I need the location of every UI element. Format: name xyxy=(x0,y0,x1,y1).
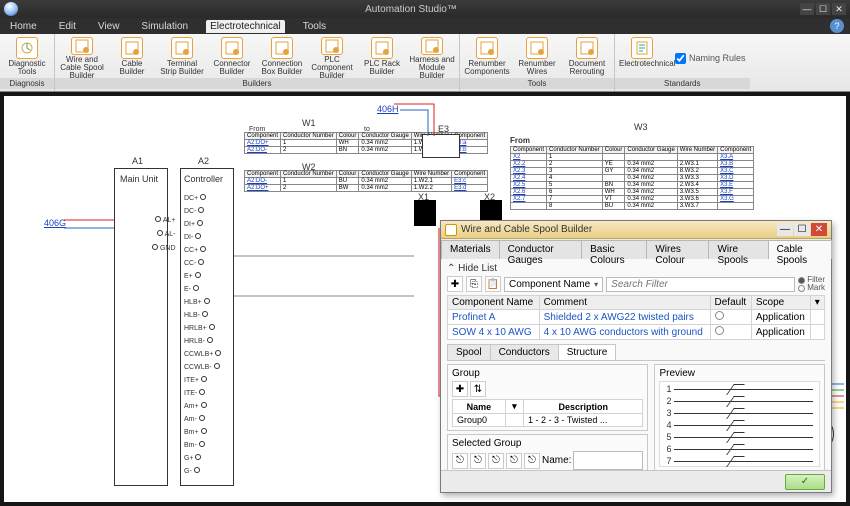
dialog-app-icon xyxy=(445,224,457,236)
connector-builder-icon xyxy=(221,37,243,59)
dialog-tab-materials[interactable]: Materials xyxy=(441,240,500,259)
sg-name-input[interactable] xyxy=(573,451,643,470)
group-panel: Group ✚ ⇅ Name▾Description Group01 - 2 -… xyxy=(447,364,648,431)
dialog-footer: ✓ xyxy=(441,470,831,492)
menu-tools[interactable]: Tools xyxy=(299,20,330,33)
group-add-button[interactable]: ✚ xyxy=(452,381,468,397)
terminal-strip-builder-icon xyxy=(171,37,193,59)
menu-home[interactable]: Home xyxy=(6,20,41,33)
diagnostic-tools-button[interactable]: Diagnostic Tools xyxy=(4,36,50,78)
search-input[interactable] xyxy=(606,277,795,292)
dialog-minimize-button[interactable]: — xyxy=(777,223,793,236)
subtab-spool[interactable]: Spool xyxy=(447,344,491,360)
a2-ports: DC+ DC- DI+ DI- CC+ CC- E+ E- HLB+ HLB- … xyxy=(184,192,221,478)
window-close-button[interactable]: ✕ xyxy=(832,3,846,15)
subtab-conductors[interactable]: Conductors xyxy=(490,344,559,360)
renumber-wires-button[interactable]: Renumber Wires xyxy=(514,36,560,78)
renumber-wires-icon xyxy=(526,37,548,59)
plc-rack-builder-icon xyxy=(371,37,393,59)
ref-406g[interactable]: 406G xyxy=(44,218,66,228)
dialog-titlebar[interactable]: Wire and Cable Spool Builder — ☐ ✕ xyxy=(441,221,831,239)
wire-cable-spool-builder-button[interactable]: Wire and Cable Spool Builder xyxy=(59,36,105,78)
preview-title: Preview xyxy=(659,368,820,379)
subtab-structure[interactable]: Structure xyxy=(558,344,617,360)
toolbar-paste-button[interactable]: 📋 xyxy=(485,276,501,292)
cable-builder-button[interactable]: Cable Builder xyxy=(109,36,155,78)
terminal-strip-builder-button[interactable]: Terminal Strip Builder xyxy=(159,36,205,78)
dialog-ok-button[interactable]: ✓ xyxy=(785,474,825,490)
renumber-components-icon xyxy=(476,37,498,59)
sg-name-label: Name: xyxy=(542,455,571,466)
preview-panel: Preview 1234567 xyxy=(654,364,825,470)
selected-group-panel: Selected Group ⎋ ⎋ ⎋ ⎋ ⎋ Name: Name Type xyxy=(447,434,648,470)
app-logo-icon xyxy=(4,2,18,16)
dialog-tab-wires-colour[interactable]: Wires Colour xyxy=(646,240,709,259)
ribbon-group-diagnosis: Diagnostic Tools Diagnosis xyxy=(0,34,55,91)
list-toolbar: ✚ ⎘ 📋 Component Name Filter Mark xyxy=(447,276,825,292)
wire-cable-spool-builder-dialog[interactable]: Wire and Cable Spool Builder — ☐ ✕ Mater… xyxy=(440,220,832,493)
document-rerouting-button[interactable]: Document Rerouting xyxy=(564,36,610,78)
dialog-maximize-button[interactable]: ☐ xyxy=(794,223,810,236)
group-table[interactable]: Name▾Description Group01 - 2 - 3 - Twist… xyxy=(452,399,643,427)
hide-list-toggle[interactable]: ⌃ Hide List xyxy=(447,263,825,274)
toolbar-new-button[interactable]: ✚ xyxy=(447,276,463,292)
wire-cable-spool-builder-icon xyxy=(71,37,93,55)
document-rerouting-icon xyxy=(576,37,598,59)
window-maximize-button[interactable]: ☐ xyxy=(816,3,830,15)
cable-builder-icon xyxy=(121,37,143,59)
table-row[interactable]: Profinet AShielded 2 x AWG22 twisted pai… xyxy=(448,310,825,325)
sg-btn-1[interactable]: ⎋ xyxy=(452,453,468,469)
group-sort-button[interactable]: ⇅ xyxy=(470,381,486,397)
group-panel-title: Group xyxy=(452,368,643,379)
filter-mark-toggle[interactable]: Filter Mark xyxy=(798,276,825,292)
sg-btn-2[interactable]: ⎋ xyxy=(470,453,486,469)
naming-rules-checkbox[interactable]: Naming Rules xyxy=(675,38,746,78)
standards-icon xyxy=(631,37,653,59)
connector-builder-button[interactable]: Connector Builder xyxy=(209,36,255,78)
dialog-tab-conductor-gauges[interactable]: Conductor Gauges xyxy=(499,240,583,259)
harness-module-builder-button[interactable]: Harness and Module Builder xyxy=(409,36,455,78)
menu-electrotechnical[interactable]: Electrotechnical xyxy=(206,20,285,33)
app-title: Automation Studio™ xyxy=(24,4,798,15)
ribbon: Diagnostic Tools Diagnosis Wire and Cabl… xyxy=(0,34,850,92)
help-button[interactable]: ? xyxy=(830,19,844,33)
menu-view[interactable]: View xyxy=(94,20,124,33)
main-menu: Home Edit View Simulation Electrotechnic… xyxy=(0,18,850,34)
diagnostic-icon xyxy=(16,37,38,59)
ribbon-group-tools: Renumber ComponentsRenumber WiresDocumen… xyxy=(460,34,615,91)
connection-box-builder-icon xyxy=(271,37,293,59)
search-field-combo[interactable]: Component Name xyxy=(504,277,603,292)
menu-simulation[interactable]: Simulation xyxy=(137,20,192,33)
detail-subtabs: SpoolConductorsStructure xyxy=(447,344,825,361)
naming-rules-check[interactable] xyxy=(675,53,686,64)
connection-box-builder-button[interactable]: Connection Box Builder xyxy=(259,36,305,78)
dialog-tab-basic-colours[interactable]: Basic Colours xyxy=(581,240,647,259)
harness-module-builder-icon xyxy=(421,37,443,55)
selected-group-title: Selected Group xyxy=(452,438,643,449)
dialog-tab-cable-spools[interactable]: Cable Spools xyxy=(768,240,832,259)
renumber-components-button[interactable]: Renumber Components xyxy=(464,36,510,78)
sg-btn-3[interactable]: ⎋ xyxy=(488,453,504,469)
plc-rack-builder-button[interactable]: PLC Rack Builder xyxy=(359,36,405,78)
a1-ports: AL+ AL- GND xyxy=(152,214,176,256)
plc-component-builder-button[interactable]: PLC Component Builder xyxy=(309,36,355,78)
titlebar: Automation Studio™ — ☐ ✕ xyxy=(0,0,850,18)
plc-component-builder-icon xyxy=(321,37,343,55)
spool-grid[interactable]: Component NameCommentDefaultScope▾ Profi… xyxy=(447,295,825,340)
dialog-tab-wire-spools[interactable]: Wire Spools xyxy=(708,240,768,259)
table-row[interactable]: SOW 4 x 10 AWG4 x 10 AWG conductors with… xyxy=(448,325,825,340)
dialog-tabs: MaterialsConductor GaugesBasic ColoursWi… xyxy=(441,239,831,259)
ribbon-group-builders: Wire and Cable Spool BuilderCable Builde… xyxy=(55,34,460,91)
menu-edit[interactable]: Edit xyxy=(55,20,80,33)
window-minimize-button[interactable]: — xyxy=(800,3,814,15)
sg-btn-5[interactable]: ⎋ xyxy=(524,453,540,469)
dialog-close-button[interactable]: ✕ xyxy=(811,223,827,236)
ribbon-group-standards: Electrotechnical Naming Rules Standards xyxy=(615,34,750,91)
preview-canvas: 1234567 xyxy=(659,381,820,467)
dialog-title: Wire and Cable Spool Builder xyxy=(461,224,776,235)
toolbar-copy-button[interactable]: ⎘ xyxy=(466,276,482,292)
electrotechnical-standards-button[interactable]: Electrotechnical xyxy=(619,36,665,78)
sg-btn-4[interactable]: ⎋ xyxy=(506,453,522,469)
